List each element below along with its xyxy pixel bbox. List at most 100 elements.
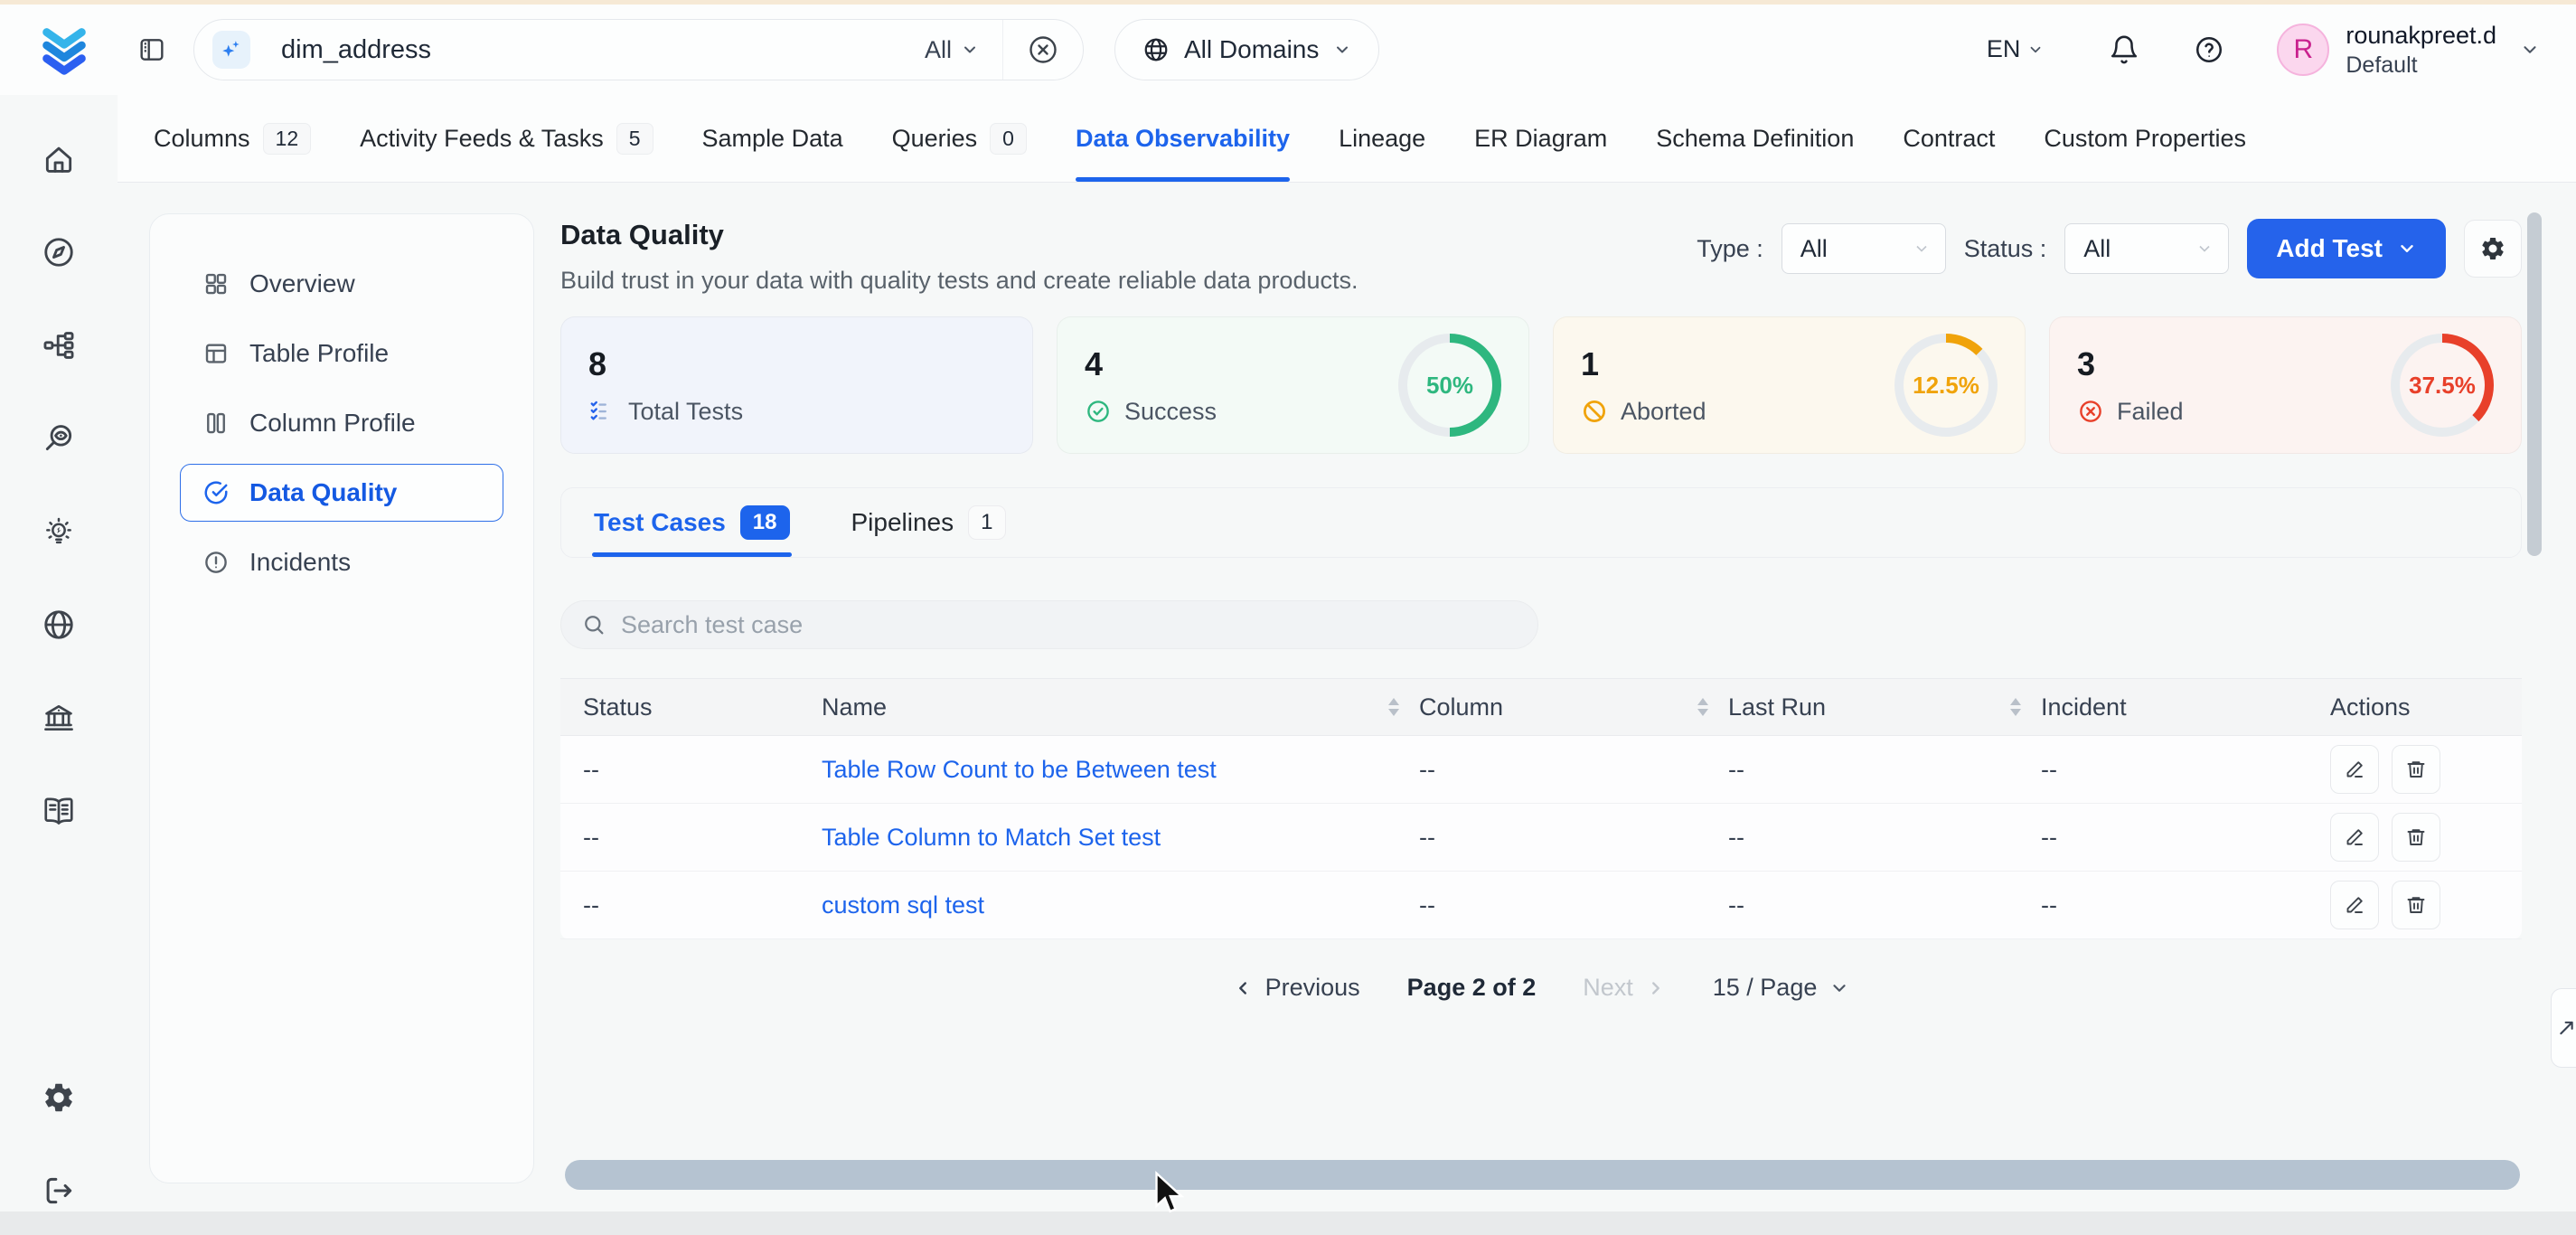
- sidebar-toggle-icon[interactable]: [137, 35, 166, 64]
- type-filter-select[interactable]: All: [1782, 223, 1946, 274]
- panel-item-label: Overview: [249, 269, 355, 298]
- settings-gear-icon[interactable]: [42, 1080, 76, 1115]
- panel-item-table-profile[interactable]: Table Profile: [180, 325, 503, 382]
- insights-lightbulb-icon[interactable]: [42, 514, 76, 549]
- aborted-donut: 12.5%: [1894, 334, 1998, 437]
- entity-tab-bar: Columns12 Activity Feeds & Tasks5 Sample…: [118, 95, 2576, 183]
- edit-button[interactable]: [2330, 813, 2379, 862]
- domains-filter-button[interactable]: All Domains: [1114, 19, 1379, 80]
- column-header-column: Column: [1417, 693, 1726, 721]
- search-query-text[interactable]: dim_address: [281, 35, 901, 65]
- top-bar: dim_address All All Domains EN: [0, 5, 2576, 95]
- user-menu[interactable]: rounakpreet.d Default: [2346, 21, 2496, 79]
- ai-sparkle-icon: [212, 31, 250, 69]
- checklist-icon: [588, 398, 616, 425]
- trash-icon: [2405, 759, 2427, 780]
- panel-item-data-quality[interactable]: Data Quality: [180, 464, 503, 522]
- test-case-link[interactable]: custom sql test: [822, 891, 984, 919]
- tab-count-badge: 5: [616, 123, 653, 155]
- tab-test-cases[interactable]: Test Cases 18: [594, 488, 790, 557]
- status-filter-select[interactable]: All: [2064, 223, 2229, 274]
- tab-count-badge: 12: [263, 123, 312, 155]
- vertical-scrollbar-thumb[interactable]: [2527, 212, 2542, 556]
- topbar-right-cluster: EN R rounakpreet.d Default: [1987, 21, 2540, 79]
- sort-control[interactable]: [1388, 698, 1399, 716]
- success-label: Success: [1124, 398, 1217, 426]
- global-search-bar[interactable]: dim_address All: [193, 19, 1084, 80]
- table-settings-button[interactable]: [2464, 220, 2522, 278]
- discovery-search-eye-icon[interactable]: [42, 421, 76, 456]
- add-test-button[interactable]: Add Test: [2247, 219, 2446, 278]
- alert-circle-icon: [202, 549, 230, 576]
- lineage-flow-icon[interactable]: [42, 328, 76, 363]
- tab-label: Test Cases: [594, 508, 726, 537]
- tab-queries[interactable]: Queries0: [892, 95, 1027, 182]
- tab-sample-data[interactable]: Sample Data: [702, 95, 843, 182]
- domains-globe-icon[interactable]: [42, 608, 76, 642]
- panel-item-column-profile[interactable]: Column Profile: [180, 394, 503, 452]
- column-header-incident: Incident: [2039, 693, 2303, 721]
- user-avatar[interactable]: R: [2277, 24, 2329, 76]
- edit-button[interactable]: [2330, 745, 2379, 794]
- tab-schema-definition[interactable]: Schema Definition: [1656, 95, 1854, 182]
- chevron-down-icon[interactable]: [2520, 40, 2540, 60]
- horizontal-scrollbar-thumb[interactable]: [565, 1160, 2520, 1190]
- logout-icon[interactable]: [42, 1174, 76, 1208]
- page-header-text: Data Quality Build trust in your data wi…: [560, 219, 1358, 295]
- notifications-bell-icon[interactable]: [2109, 34, 2139, 65]
- test-case-search[interactable]: [560, 600, 1538, 649]
- tab-activity-feeds[interactable]: Activity Feeds & Tasks5: [360, 95, 653, 182]
- success-check-icon: [1085, 398, 1112, 425]
- delete-button[interactable]: [2392, 813, 2440, 862]
- page-size-dropdown[interactable]: 15 / Page: [1713, 974, 1850, 1002]
- search-clear-button[interactable]: [1002, 20, 1083, 80]
- chevron-down-icon: [2397, 239, 2417, 259]
- tab-label: ER Diagram: [1474, 125, 1607, 153]
- card-success: 4 Success 50%: [1057, 316, 1529, 454]
- failed-percent: 37.5%: [2409, 372, 2476, 400]
- avatar-initial: R: [2294, 34, 2314, 65]
- delete-button[interactable]: [2392, 881, 2440, 929]
- tab-label: Contract: [1903, 125, 1995, 153]
- panel-item-overview[interactable]: Overview: [180, 255, 503, 313]
- success-donut: 50%: [1398, 334, 1501, 437]
- user-team: Default: [2346, 52, 2496, 79]
- next-page-button[interactable]: Next: [1583, 974, 1666, 1002]
- tab-count-badge: 0: [990, 123, 1027, 155]
- help-icon[interactable]: [2194, 34, 2224, 65]
- tab-columns[interactable]: Columns12: [154, 95, 311, 182]
- search-scope-dropdown[interactable]: All: [901, 20, 1002, 80]
- panel-item-label: Data Quality: [249, 478, 397, 507]
- table-profile-icon: [202, 340, 230, 367]
- explore-compass-icon[interactable]: [42, 235, 76, 269]
- governance-bank-icon[interactable]: [42, 701, 76, 735]
- cell-status: --: [560, 824, 794, 852]
- sort-control[interactable]: [2010, 698, 2021, 716]
- tab-data-observability[interactable]: Data Observability: [1076, 95, 1290, 182]
- tab-er-diagram[interactable]: ER Diagram: [1474, 95, 1607, 182]
- edit-button[interactable]: [2330, 881, 2379, 929]
- close-circle-icon: [1027, 33, 1059, 66]
- tab-pipelines[interactable]: Pipelines 1: [851, 488, 1006, 557]
- search-input[interactable]: [621, 611, 1518, 639]
- edge-floating-button[interactable]: [2551, 988, 2576, 1068]
- failed-label: Failed: [2117, 398, 2184, 426]
- test-case-link[interactable]: Table Column to Match Set test: [822, 824, 1161, 852]
- panel-item-incidents[interactable]: Incidents: [180, 533, 503, 591]
- test-case-link[interactable]: Table Row Count to be Between test: [822, 756, 1217, 784]
- tab-custom-properties[interactable]: Custom Properties: [2044, 95, 2246, 182]
- previous-page-button[interactable]: Previous: [1233, 974, 1360, 1002]
- home-icon[interactable]: [42, 142, 76, 176]
- tab-lineage[interactable]: Lineage: [1339, 95, 1425, 182]
- left-nav-rail: [0, 95, 118, 1235]
- test-tabs-strip: Test Cases 18 Pipelines 1: [560, 487, 2522, 558]
- card-failed: 3 Failed 37.5%: [2049, 316, 2522, 454]
- delete-button[interactable]: [2392, 745, 2440, 794]
- sort-control[interactable]: [1697, 698, 1708, 716]
- failed-donut: 37.5%: [2391, 334, 2494, 437]
- tab-contract[interactable]: Contract: [1903, 95, 1995, 182]
- column-profile-icon: [202, 410, 230, 437]
- glossary-book-icon[interactable]: [42, 794, 76, 828]
- language-dropdown[interactable]: EN: [1987, 35, 2045, 63]
- openmetadata-logo-icon[interactable]: [36, 22, 92, 78]
